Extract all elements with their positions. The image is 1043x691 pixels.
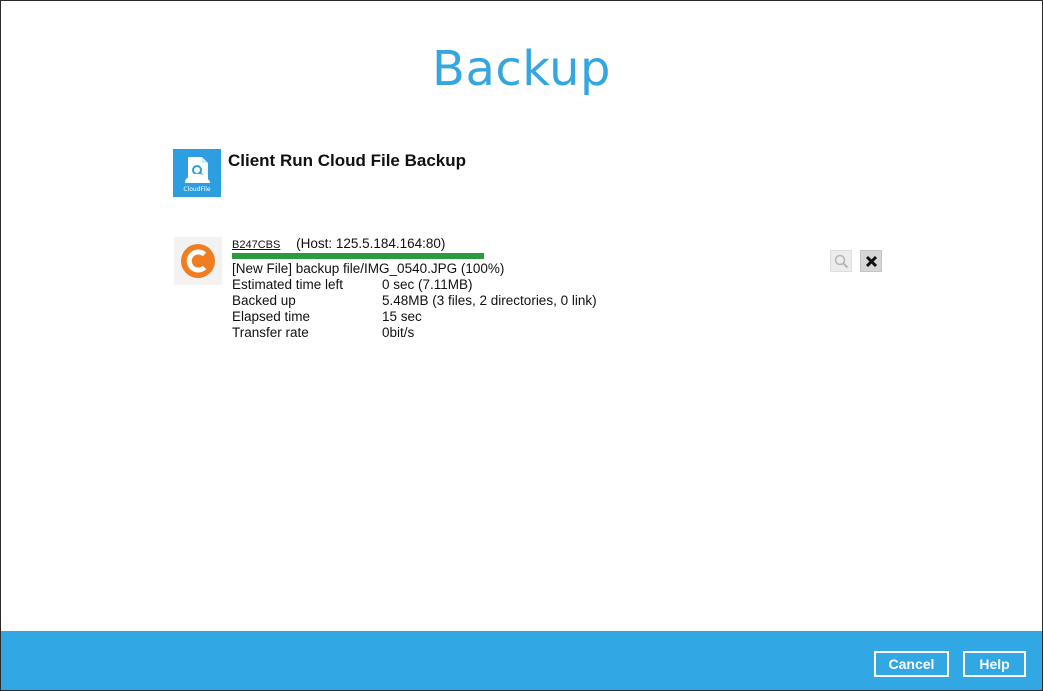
stat-row-elapsed-time: Elapsed time 15 sec [232, 309, 652, 325]
page-title: Backup [432, 41, 611, 97]
stat-label: Backed up [232, 293, 296, 308]
job-icon-caption: CloudFile [183, 186, 211, 193]
backup-progress-panel: B247CBS (Host: 125.5.184.164:80) [New Fi… [232, 236, 652, 341]
host-line: B247CBS (Host: 125.5.184.164:80) [232, 236, 652, 252]
cloud-file-icon: CloudFile [173, 149, 221, 197]
stat-value: 0 sec (7.11MB) [382, 277, 473, 292]
progress-fill [232, 253, 484, 259]
stat-label: Transfer rate [232, 325, 309, 340]
stat-value: 0bit/s [382, 325, 415, 340]
close-icon [865, 255, 878, 268]
backup-window: Backup CloudFile Client Run Cloud File B… [0, 0, 1043, 691]
stat-value: 15 sec [382, 309, 422, 324]
stat-label: Elapsed time [232, 309, 311, 324]
file-status: [New File] backup file/IMG_0540.JPG (100… [232, 261, 505, 276]
ahsay-c-icon [174, 237, 222, 285]
host-info: (Host: 125.5.184.164:80) [296, 236, 446, 251]
stat-row-backed-up: Backed up 5.48MB (3 files, 2 directories… [232, 293, 652, 309]
stat-row-estimated-time: Estimated time left 0 sec (7.11MB) [232, 277, 652, 293]
host-id: B247CBS [232, 239, 281, 251]
magnifier-icon [834, 254, 849, 269]
stats-list: Estimated time left 0 sec (7.11MB) Backe… [232, 277, 652, 341]
progress-bar [232, 253, 484, 259]
footer-bar: Cancel Help [1, 631, 1042, 690]
view-log-button[interactable] [830, 250, 852, 272]
cancel-button[interactable]: Cancel [874, 651, 949, 677]
stat-row-transfer-rate: Transfer rate 0bit/s [232, 325, 652, 341]
stat-value: 5.48MB (3 files, 2 directories, 0 link) [382, 293, 597, 308]
job-title: Client Run Cloud File Backup [228, 151, 467, 170]
stop-backup-button[interactable] [860, 250, 882, 272]
stat-label: Estimated time left [232, 277, 344, 292]
help-button[interactable]: Help [963, 651, 1026, 677]
